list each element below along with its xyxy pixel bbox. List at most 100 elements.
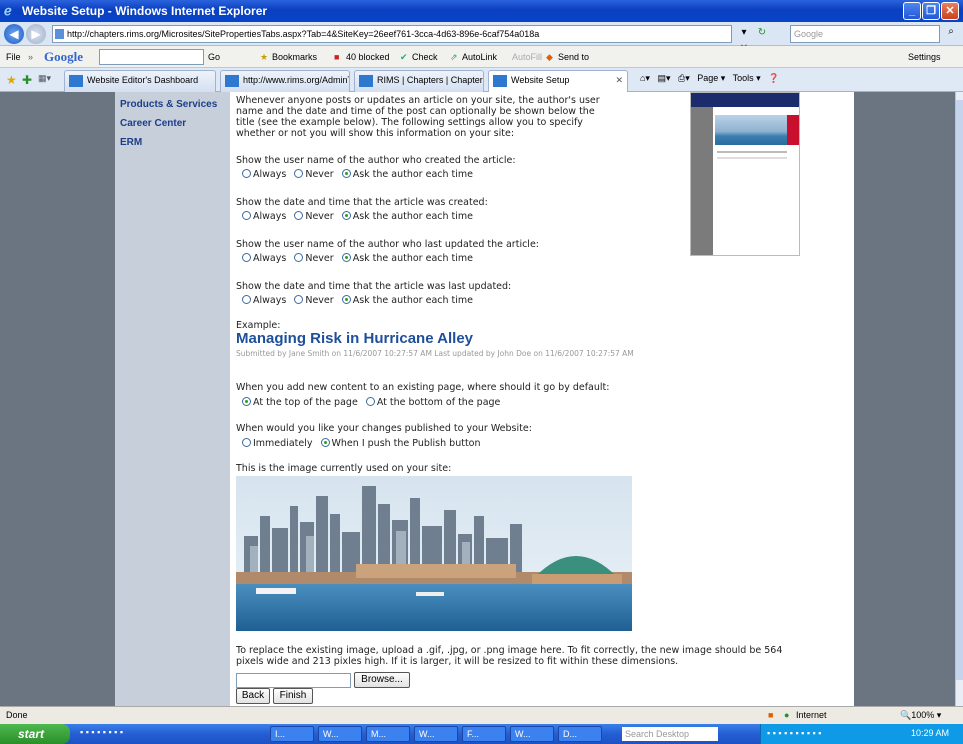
back-button[interactable]: Back [236, 688, 270, 704]
forward-nav-button[interactable]: ▶ [26, 24, 46, 44]
radio-never[interactable]: Never [294, 295, 334, 306]
taskbar-item[interactable]: F... [462, 726, 506, 742]
file-path-input[interactable] [236, 673, 351, 688]
nav-products-services[interactable]: Products & Services [120, 99, 217, 110]
tab-label: Website Editor's Dashboard [87, 75, 199, 85]
autofill-button[interactable]: AutoFill [512, 46, 542, 68]
go-button[interactable]: Go [208, 46, 220, 68]
finish-button[interactable]: Finish [273, 688, 313, 704]
desktop-search-input[interactable]: Search Desktop [622, 727, 718, 741]
radio-ask[interactable]: Ask the author each time [341, 253, 473, 264]
nav-erm[interactable]: ERM [120, 137, 142, 148]
tab-label: Website Setup [511, 75, 570, 85]
status-text: Done [6, 710, 28, 720]
title-bar: ℯ Website Setup - Windows Internet Explo… [0, 0, 963, 22]
taskbar-item[interactable]: I... [270, 726, 314, 742]
radio-never[interactable]: Never [294, 253, 334, 264]
add-favorite-icon[interactable]: ✚ [22, 73, 32, 87]
tab-website-setup[interactable]: Website Setup ✕ [488, 70, 628, 92]
minimize-button[interactable]: _ [903, 2, 921, 20]
quick-tabs-icon[interactable]: ▦▾ [38, 73, 51, 84]
close-button[interactable]: ✕ [941, 2, 959, 20]
tab-label: RIMS | Chapters | Chapter ... [377, 75, 484, 85]
placement-radio-group: At the top of the page At the bottom of … [242, 397, 505, 408]
search-icon[interactable]: ⌕ [942, 26, 960, 42]
tray-icons[interactable]: ▪ ▪ ▪ ▪ ▪ ▪ ▪ ▪ ▪ ▪ [767, 728, 821, 738]
feeds-icon[interactable]: ▤▾ [657, 73, 670, 83]
zoom-level[interactable]: 🔍100% ▾ [900, 707, 941, 724]
file-menu[interactable]: File [6, 46, 21, 68]
vertical-scrollbar[interactable] [955, 92, 963, 706]
taskbar-item[interactable]: W... [318, 726, 362, 742]
autolink-button[interactable]: AutoLink [462, 46, 497, 68]
ie-logo-icon: ℯ [4, 3, 12, 18]
intro-line: whether or not you will show this inform… [236, 128, 515, 139]
search-input[interactable]: Google [790, 25, 940, 43]
bookmarks-button[interactable]: Bookmarks [272, 46, 317, 68]
taskbar-item[interactable]: D... [558, 726, 602, 742]
tab-dashboard[interactable]: Website Editor's Dashboard [64, 70, 216, 92]
maximize-button[interactable]: ❐ [922, 2, 940, 20]
radio-ask[interactable]: Ask the author each time [341, 295, 473, 306]
radio-always[interactable]: Always [242, 211, 286, 222]
radio-never[interactable]: Never [294, 211, 334, 222]
radio-publish-button[interactable]: When I push the Publish button [320, 438, 481, 449]
tab-page-icon [359, 75, 373, 87]
radio-immediately[interactable]: Immediately [242, 438, 312, 449]
chevron-icon[interactable]: » [28, 46, 33, 68]
taskbar-item[interactable]: W... [414, 726, 458, 742]
site-banner-image [236, 476, 632, 631]
tab-admin[interactable]: http://www.rims.org/AdminT... [220, 70, 350, 92]
address-actions: ▾↻✕ [736, 25, 788, 54]
google-search-input[interactable] [99, 49, 204, 65]
radio-always[interactable]: Always [242, 253, 286, 264]
favorites-star-icon[interactable]: ★ [6, 73, 17, 87]
radio-bottom-of-page[interactable]: At the bottom of the page [365, 397, 500, 408]
radio-top-of-page[interactable]: At the top of the page [242, 397, 358, 408]
left-nav: Products & Services Career Center ERM [115, 92, 230, 706]
sendto-icon: ◆ [546, 52, 553, 62]
back-nav-button[interactable]: ◀ [4, 24, 24, 44]
radio-ask[interactable]: Ask the author each time [341, 211, 473, 222]
url-field[interactable]: http://chapters.rims.org/Microsites/Site… [52, 25, 732, 43]
print-icon[interactable]: ⎙▾ [678, 73, 690, 83]
tab-rims-chapters[interactable]: RIMS | Chapters | Chapter ... [354, 70, 484, 92]
blocked-count[interactable]: 40 blocked [346, 46, 390, 68]
intro-line: title (see the example below). The follo… [236, 117, 583, 128]
placement-label: When you add new content to an existing … [236, 382, 610, 393]
radio-ask[interactable]: Ask the author each time [341, 169, 473, 180]
question-label: Show the user name of the author who cre… [236, 155, 516, 166]
radio-always[interactable]: Always [242, 295, 286, 306]
ie-window: ℯ Website Setup - Windows Internet Explo… [0, 0, 963, 744]
start-button[interactable]: start [0, 724, 70, 744]
taskbar-item[interactable]: W... [510, 726, 554, 742]
home-icon[interactable]: ⌂▾ [640, 73, 650, 83]
nav-career-center[interactable]: Career Center [120, 118, 186, 129]
site-preview-thumbnail [690, 92, 800, 256]
taskbar-item[interactable]: M... [366, 726, 410, 742]
refresh-icon[interactable]: ↻ [754, 25, 770, 41]
tools-menu[interactable]: Tools [733, 73, 754, 83]
replace-instructions: pixels wide and 213 pixles high. If it i… [236, 656, 679, 667]
browse-button[interactable]: Browse... [354, 672, 410, 688]
page-menu[interactable]: Page [697, 73, 718, 83]
author-created-radio-group: Always Never Ask the author each time [242, 169, 478, 180]
check-icon: ✔ [400, 52, 408, 62]
globe-icon: ● [784, 710, 790, 720]
replace-instructions: To replace the existing image, upload a … [236, 645, 783, 656]
help-icon[interactable]: ❓ [768, 73, 779, 83]
quick-launch-icons[interactable]: ▪ ▪ ▪ ▪ ▪ ▪ ▪ ▪ [80, 727, 123, 737]
popup-blocker-icon: ■ [334, 52, 340, 62]
url-text: http://chapters.rims.org/Microsites/Site… [67, 29, 540, 39]
radio-never[interactable]: Never [294, 169, 334, 180]
dropdown-arrow-icon[interactable]: ▾ [736, 25, 752, 41]
star-icon: ★ [260, 52, 269, 62]
close-tab-icon[interactable]: ✕ [615, 75, 623, 86]
sendto-button[interactable]: Send to [558, 46, 589, 68]
author-updated-radio-group: Always Never Ask the author each time [242, 253, 478, 264]
question-label: Show the date and time that the article … [236, 197, 488, 208]
settings-button[interactable]: Settings [908, 46, 941, 68]
question-label: Show the user name of the author who las… [236, 239, 539, 250]
radio-always[interactable]: Always [242, 169, 286, 180]
spell-check-button[interactable]: Check [412, 46, 438, 68]
